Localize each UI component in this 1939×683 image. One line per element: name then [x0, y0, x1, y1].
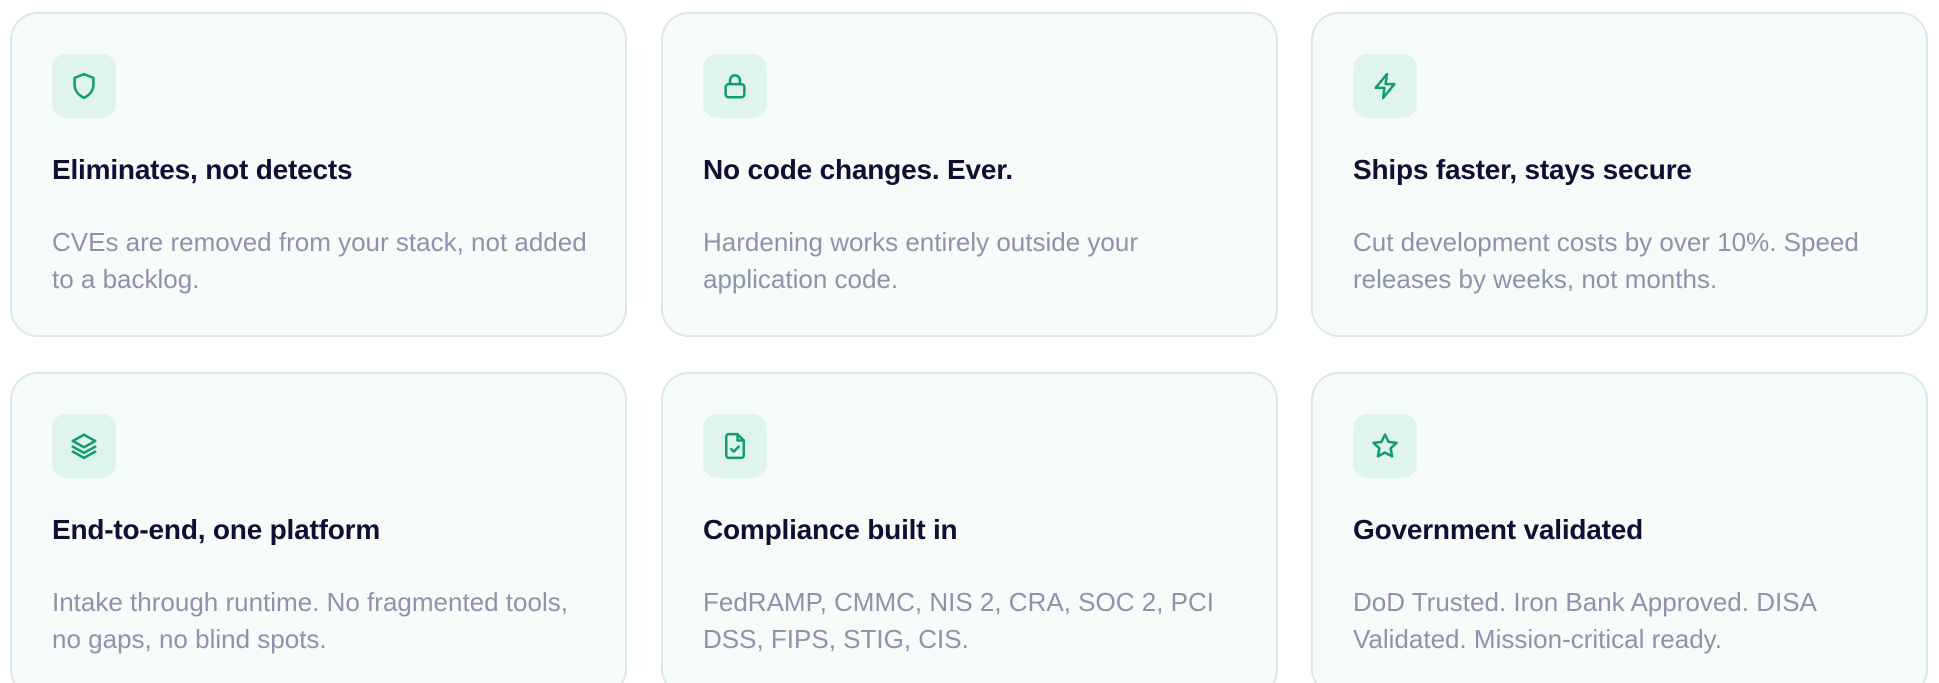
feature-description: FedRAMP, CMMC, NIS 2, CRA, SOC 2, PCI DS… — [703, 587, 1214, 654]
lightning-icon — [1353, 54, 1417, 118]
feature-description: Cut development costs by over 10%. Speed… — [1353, 227, 1859, 294]
lock-icon — [703, 54, 767, 118]
feature-card-government: Government validated DoD Trusted. Iron B… — [1311, 372, 1928, 683]
shield-icon — [52, 54, 116, 118]
feature-description: Intake through runtime. No fragmented to… — [52, 587, 568, 654]
feature-description: Hardening works entirely outside your ap… — [703, 227, 1138, 294]
feature-title: Ships faster, stays secure — [1353, 154, 1692, 185]
feature-title: Eliminates, not detects — [52, 154, 353, 185]
feature-title: End-to-end, one platform — [52, 514, 381, 545]
feature-card-end-to-end: End-to-end, one platform Intake through … — [10, 372, 627, 683]
file-check-icon — [703, 414, 767, 478]
feature-card-ships-faster: Ships faster, stays secure Cut developme… — [1311, 12, 1928, 337]
feature-title: Government validated — [1353, 514, 1644, 545]
layers-icon — [52, 414, 116, 478]
feature-grid: Eliminates, not detects CVEs are removed… — [0, 0, 1939, 683]
feature-card-no-code-changes: No code changes. Ever. Hardening works e… — [661, 12, 1278, 337]
feature-title: Compliance built in — [703, 514, 958, 545]
feature-card-eliminates: Eliminates, not detects CVEs are removed… — [10, 12, 627, 337]
feature-title: No code changes. Ever. — [703, 154, 1013, 185]
feature-description: DoD Trusted. Iron Bank Approved. DISA Va… — [1353, 587, 1816, 654]
feature-card-compliance: Compliance built in FedRAMP, CMMC, NIS 2… — [661, 372, 1278, 683]
feature-description: CVEs are removed from your stack, not ad… — [52, 227, 587, 294]
star-icon — [1353, 414, 1417, 478]
